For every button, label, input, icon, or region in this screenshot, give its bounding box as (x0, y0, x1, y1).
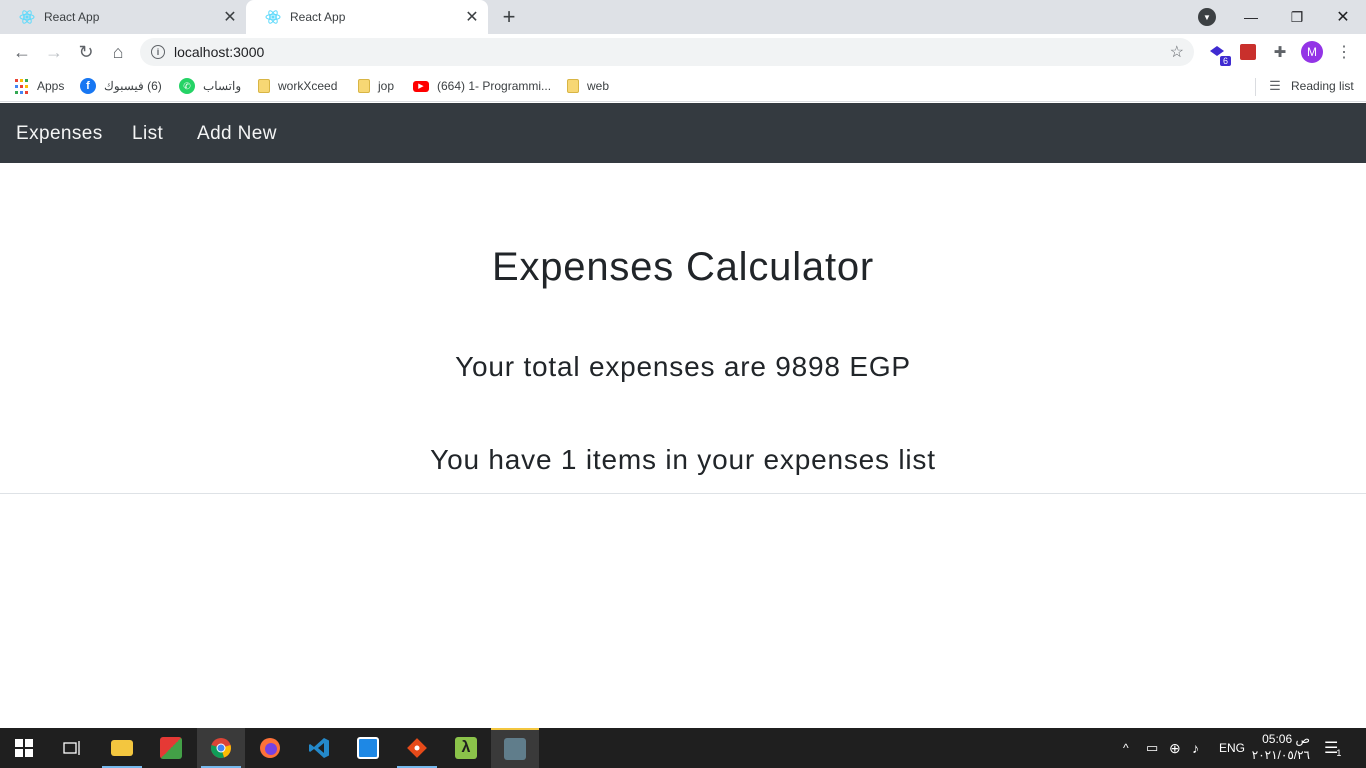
navbar-brand[interactable]: Expenses (16, 123, 103, 145)
facebook-icon: f (80, 78, 96, 94)
language-indicator[interactable]: ENG (1219, 728, 1245, 768)
divider (1255, 78, 1256, 96)
minimize-icon[interactable]: — (1228, 0, 1274, 34)
browser-tab[interactable]: React App ✕ (0, 0, 246, 34)
network-icon[interactable]: ⊕ (1169, 728, 1181, 768)
git-icon[interactable] (393, 728, 441, 768)
bookmark-youtube[interactable]: ▶ (664) 1- Programmi... (413, 76, 551, 96)
reading-list-label: Reading list (1291, 79, 1354, 93)
app-icon[interactable] (147, 728, 195, 768)
menu-dots-icon[interactable]: ⋮ (1336, 42, 1352, 62)
address-bar[interactable]: i localhost:3000 ☆ (140, 38, 1194, 66)
close-icon[interactable]: ✕ (462, 7, 482, 27)
tab-title: React App (290, 10, 346, 24)
folder-icon (567, 79, 579, 93)
vscode-icon[interactable] (295, 728, 343, 768)
bookmark-label: jop (378, 79, 395, 93)
reload-icon[interactable]: ↻ (74, 40, 98, 64)
browser-tab-active[interactable]: React App ✕ (246, 0, 488, 34)
nav-link-list[interactable]: List (132, 123, 163, 145)
bookmark-web[interactable]: web (567, 76, 609, 96)
close-window-icon[interactable]: ✕ (1320, 0, 1366, 34)
windows-taskbar: λ ^ ▭ ⊕ ♪ ENG 05:06 ص ٢٠٢١/٠٥/٢٦ ☰ 1 (0, 728, 1366, 768)
tab-search-icon[interactable]: ▼ (1198, 8, 1216, 26)
app-navbar: Expenses List Add New (0, 103, 1366, 163)
task-view-icon[interactable] (48, 728, 96, 768)
windows-start-icon[interactable] (0, 728, 48, 768)
tab-title: React App (44, 10, 100, 24)
browser-tab-strip: React App ✕ React App ✕ + ▼ — ❐ ✕ (0, 0, 1366, 34)
show-hidden-icons[interactable]: ^ (1123, 728, 1129, 768)
folder-icon (358, 79, 370, 93)
bookmark-label: واتساب (203, 79, 242, 93)
system-clock[interactable]: 05:06 ص ٢٠٢١/٠٥/٢٦ (1250, 731, 1310, 763)
bookmark-label: Apps (37, 79, 65, 93)
file-explorer-icon[interactable] (98, 728, 146, 768)
battery-icon[interactable]: ▭ (1146, 728, 1158, 768)
items-count-text: You have 1 items in your expenses list (430, 444, 936, 475)
bookmark-label: (664) 1- Programmi... (437, 79, 552, 93)
bookmark-apps[interactable]: Apps (14, 76, 64, 96)
app-icon[interactable] (491, 728, 539, 768)
restore-icon[interactable]: ❐ (1274, 0, 1320, 34)
clock-date: ٢٠٢١/٠٥/٢٦ (1251, 748, 1310, 762)
app-icon[interactable] (344, 728, 392, 768)
clock-time: 05:06 ص (1262, 732, 1310, 746)
notification-count: 1 (1336, 748, 1342, 758)
nav-link-add-new[interactable]: Add New (197, 123, 277, 145)
bookmark-label: (6) فيسبوك (104, 79, 162, 93)
new-tab-button[interactable]: + (497, 4, 521, 29)
reading-list-icon: ☰ (1269, 78, 1281, 93)
bookmark-jop[interactable]: jop (358, 76, 394, 96)
react-icon (264, 8, 282, 26)
url-text[interactable]: localhost:3000 (174, 44, 264, 60)
bookmark-star-icon[interactable]: ☆ (1170, 42, 1184, 62)
whatsapp-icon: ✆ (179, 78, 195, 94)
close-icon[interactable]: ✕ (220, 7, 240, 27)
apps-grid-icon (14, 78, 29, 94)
bookmark-facebook[interactable]: f (6) فيسبوك (80, 76, 162, 96)
info-icon[interactable]: i (151, 45, 165, 59)
bookmark-label: workXceed (278, 79, 338, 93)
profile-avatar[interactable]: M (1301, 41, 1323, 63)
extension-icon[interactable]: 6 (1207, 42, 1231, 66)
bookmarks-bar: Apps f (6) فيسبوك ✆ واتساب workXceed jop… (0, 70, 1366, 102)
reading-list-button[interactable]: ☰ Reading list (1267, 76, 1354, 96)
notification-icon[interactable]: ☰ 1 (1324, 728, 1341, 768)
total-expenses-text: Your total expenses are 9898 EGP (455, 351, 911, 382)
bookmark-whatsapp[interactable]: ✆ واتساب (179, 76, 241, 96)
youtube-icon: ▶ (413, 80, 429, 92)
react-icon (18, 8, 36, 26)
back-arrow-icon[interactable]: ← (10, 40, 34, 64)
page-title: Expenses Calculator (491, 245, 875, 289)
bookmark-workxceed[interactable]: workXceed (258, 76, 337, 96)
chrome-icon[interactable] (197, 728, 245, 768)
forward-arrow-icon[interactable]: → (42, 40, 66, 64)
browser-toolbar: ← → ↻ ⌂ i localhost:3000 ☆ 6 ✚ M ⋮ (0, 34, 1366, 70)
firefox-icon[interactable] (246, 728, 294, 768)
extension-badge: 6 (1219, 56, 1231, 66)
volume-icon[interactable]: ♪ (1192, 728, 1199, 768)
extension-icon[interactable] (1238, 42, 1258, 62)
puzzle-icon[interactable]: ✚ (1270, 42, 1290, 62)
app-icon[interactable]: λ (442, 728, 490, 768)
bookmark-label: web (587, 79, 610, 93)
home-icon[interactable]: ⌂ (106, 40, 130, 64)
content-divider (0, 493, 1366, 494)
folder-icon (258, 79, 270, 93)
